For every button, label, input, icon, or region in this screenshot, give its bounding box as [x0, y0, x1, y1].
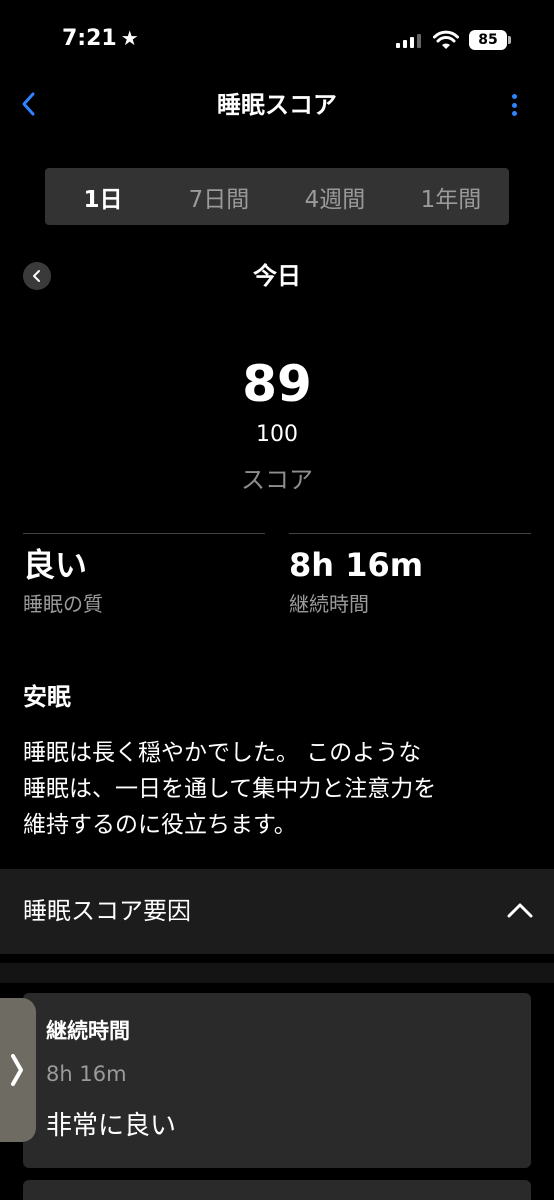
battery-level: 85 [478, 32, 498, 48]
tab-7-days[interactable]: 7日間 [161, 168, 277, 225]
sleep-summary-line: 維持するのに役立ちます。 [23, 812, 297, 838]
factor-card-next[interactable] [23, 1180, 531, 1200]
wifi-icon [433, 30, 459, 49]
more-dot-icon [511, 94, 517, 99]
star-icon: ★ [120, 26, 139, 50]
sleep-score-max: 100 [256, 422, 298, 447]
tab-4-weeks[interactable]: 4週間 [277, 168, 393, 225]
tab-1-year[interactable]: 1年間 [393, 168, 509, 225]
status-bar: 7:21 ★ 85 [0, 0, 554, 80]
more-options-button[interactable] [506, 88, 522, 122]
sleep-score-screen: 7:21 ★ 85 睡眠スコア 1日 7日間 4週間 1年間 今日 89 100… [0, 0, 554, 1200]
sleep-quality-label: 睡眠の質 [23, 592, 103, 616]
status-time: 7:21 ★ [62, 26, 139, 51]
sleep-quality-value: 良い [23, 546, 88, 584]
score-factors-title: 睡眠スコア要因 [23, 897, 191, 925]
chevron-right-icon [11, 1054, 23, 1086]
sleep-summary-title: 安眠 [23, 683, 71, 711]
stat-divider-left [23, 533, 265, 534]
factors-separator [0, 963, 554, 983]
battery-icon: 85 [469, 30, 507, 50]
factor-name: 継続時間 [46, 1019, 130, 1043]
period-tabs: 1日 7日間 4週間 1年間 [45, 168, 509, 225]
stat-divider-right [289, 533, 531, 534]
cellular-signal-icon [396, 34, 421, 48]
sleep-score-label: スコア [241, 466, 313, 494]
sleep-summary-line: 睡眠は、一日を通して集中力と注意力を [23, 776, 437, 802]
tab-1-day[interactable]: 1日 [45, 168, 161, 225]
more-dot-icon [511, 111, 517, 116]
page-title: 睡眠スコア [217, 91, 337, 119]
status-time-text: 7:21 [62, 26, 117, 51]
sleep-summary-line: 睡眠は長く穏やかでした。 このような [23, 740, 422, 766]
sleep-duration-value: 8h 16m [289, 546, 424, 584]
more-dot-icon [511, 102, 517, 108]
chevron-up-icon[interactable] [505, 899, 535, 923]
factor-card-duration[interactable]: 継続時間 8h 16m 非常に良い [23, 993, 531, 1168]
back-button[interactable] [14, 86, 44, 122]
factor-value: 8h 16m [46, 1062, 127, 1086]
sleep-summary-text: 睡眠は長く穏やかでした。 このような 睡眠は、一日を通して集中力と注意力を 維持… [23, 735, 538, 843]
score-factors-header[interactable]: 睡眠スコア要因 [0, 869, 554, 954]
factor-rating: 非常に良い [46, 1111, 177, 1141]
chevron-left-icon [22, 92, 35, 116]
side-panel-handle[interactable] [0, 998, 36, 1142]
sleep-score-value: 89 [242, 355, 312, 413]
sleep-duration-label: 継続時間 [289, 592, 369, 616]
battery-nub [508, 36, 511, 44]
date-label: 今日 [253, 262, 301, 290]
